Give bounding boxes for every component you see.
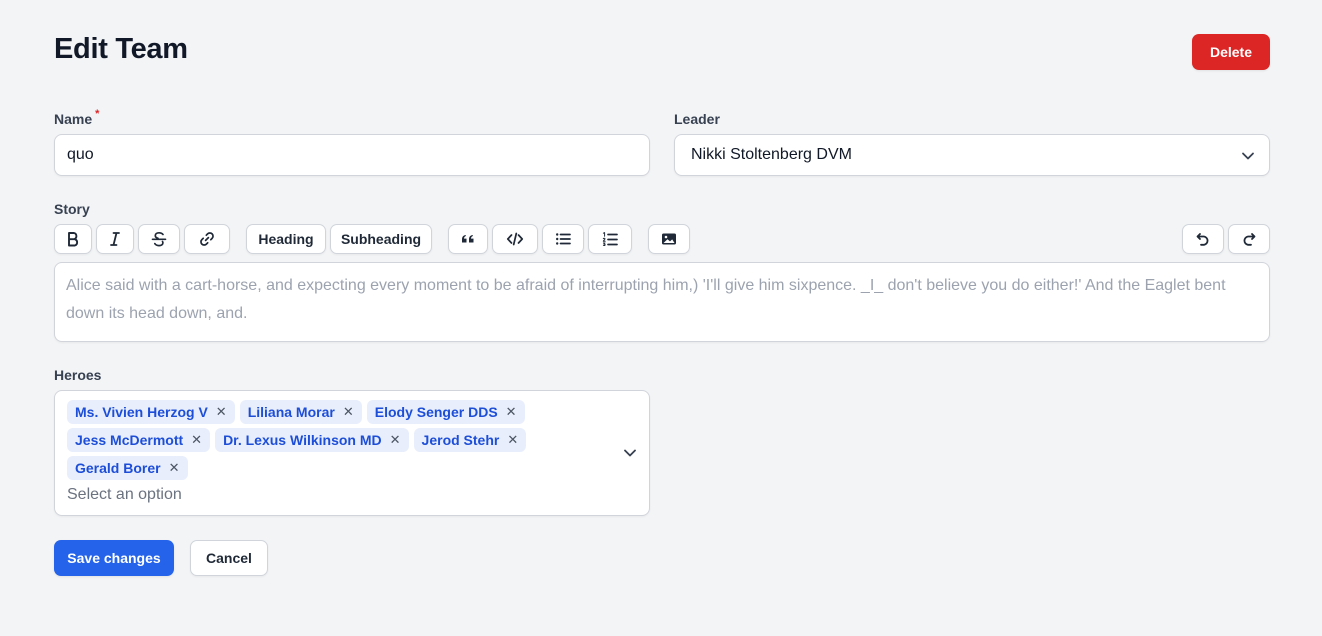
bullet-list-button[interactable] <box>542 224 584 254</box>
cancel-button[interactable]: Cancel <box>190 540 268 576</box>
hero-tag: Gerald Borer ✕ <box>67 456 188 480</box>
chevron-down-icon <box>624 449 636 457</box>
leader-label: Leader <box>674 111 720 127</box>
quote-icon <box>462 235 474 243</box>
hero-tag: Jess McDermott ✕ <box>67 428 211 452</box>
close-icon[interactable]: ✕ <box>390 432 401 448</box>
redo-icon <box>1243 233 1256 246</box>
hero-tag-label: Gerald Borer <box>75 460 161 476</box>
hero-tag: Liliana Morar ✕ <box>239 400 362 424</box>
hero-tag: Elody Senger DDS ✕ <box>366 400 525 424</box>
close-icon[interactable]: ✕ <box>216 404 227 420</box>
code-button[interactable] <box>492 224 538 254</box>
page-title: Edit Team <box>54 33 188 65</box>
close-icon[interactable]: ✕ <box>507 432 518 448</box>
chevron-down-icon <box>1242 152 1254 160</box>
strikethrough-icon <box>151 231 167 247</box>
hero-tag-label: Jess McDermott <box>75 432 184 448</box>
close-icon[interactable]: ✕ <box>169 460 180 476</box>
bullet-list-icon <box>556 233 571 245</box>
undo-button[interactable] <box>1182 224 1224 254</box>
image-icon <box>662 233 676 245</box>
name-label-text: Name <box>54 111 93 127</box>
leader-select-value: Nikki Stoltenberg DVM <box>691 146 852 163</box>
hero-tag-label: Liliana Morar <box>247 404 335 420</box>
hero-tag-label: Jerod Stehr <box>421 432 500 448</box>
italic-icon <box>110 232 120 246</box>
close-icon[interactable]: ✕ <box>343 404 354 420</box>
required-mark: * <box>95 108 100 120</box>
close-icon[interactable]: ✕ <box>506 404 517 420</box>
image-button[interactable] <box>648 224 690 254</box>
hero-tag: Dr. Lexus Wilkinson MD ✕ <box>215 428 409 452</box>
heading-button[interactable]: Heading <box>246 224 326 254</box>
bold-icon <box>68 232 79 247</box>
bold-button[interactable] <box>54 224 92 254</box>
leader-select[interactable]: Nikki Stoltenberg DVM <box>674 134 1270 176</box>
story-editor[interactable]: Alice said with a cart-horse, and expect… <box>54 262 1270 342</box>
name-label: Name * <box>54 108 100 127</box>
heroes-select[interactable]: Ms. Vivien Herzog V ✕ Liliana Morar ✕ Elod… <box>54 390 650 516</box>
ordered-list-icon <box>602 232 618 247</box>
name-input[interactable] <box>54 134 650 176</box>
code-icon <box>506 232 524 246</box>
save-changes-button[interactable]: Save changes <box>54 540 174 576</box>
heroes-tags: Ms. Vivien Herzog V ✕ Liliana Morar ✕ Elod… <box>67 400 607 484</box>
hero-tag: Ms. Vivien Herzog V ✕ <box>67 400 235 424</box>
link-button[interactable] <box>184 224 230 254</box>
strikethrough-button[interactable] <box>138 224 180 254</box>
hero-tag-label: Elody Senger DDS <box>374 404 498 420</box>
italic-button[interactable] <box>96 224 134 254</box>
link-icon <box>200 232 214 246</box>
subheading-button[interactable]: Subheading <box>330 224 432 254</box>
redo-button[interactable] <box>1228 224 1270 254</box>
hero-tag-label: Dr. Lexus Wilkinson MD <box>223 432 382 448</box>
heroes-placeholder[interactable]: Select an option <box>67 486 182 504</box>
delete-button[interactable]: Delete <box>1192 34 1270 70</box>
story-label: Story <box>54 201 90 217</box>
undo-icon <box>1196 233 1209 246</box>
story-placeholder: Alice said with a cart-horse, and expect… <box>66 277 1226 322</box>
hero-tag-label: Ms. Vivien Herzog V <box>75 404 208 420</box>
hero-tag: Jerod Stehr ✕ <box>413 428 527 452</box>
quote-button[interactable] <box>448 224 488 254</box>
heroes-label: Heroes <box>54 367 102 383</box>
ordered-list-button[interactable] <box>588 224 632 254</box>
close-icon[interactable]: ✕ <box>191 432 202 448</box>
